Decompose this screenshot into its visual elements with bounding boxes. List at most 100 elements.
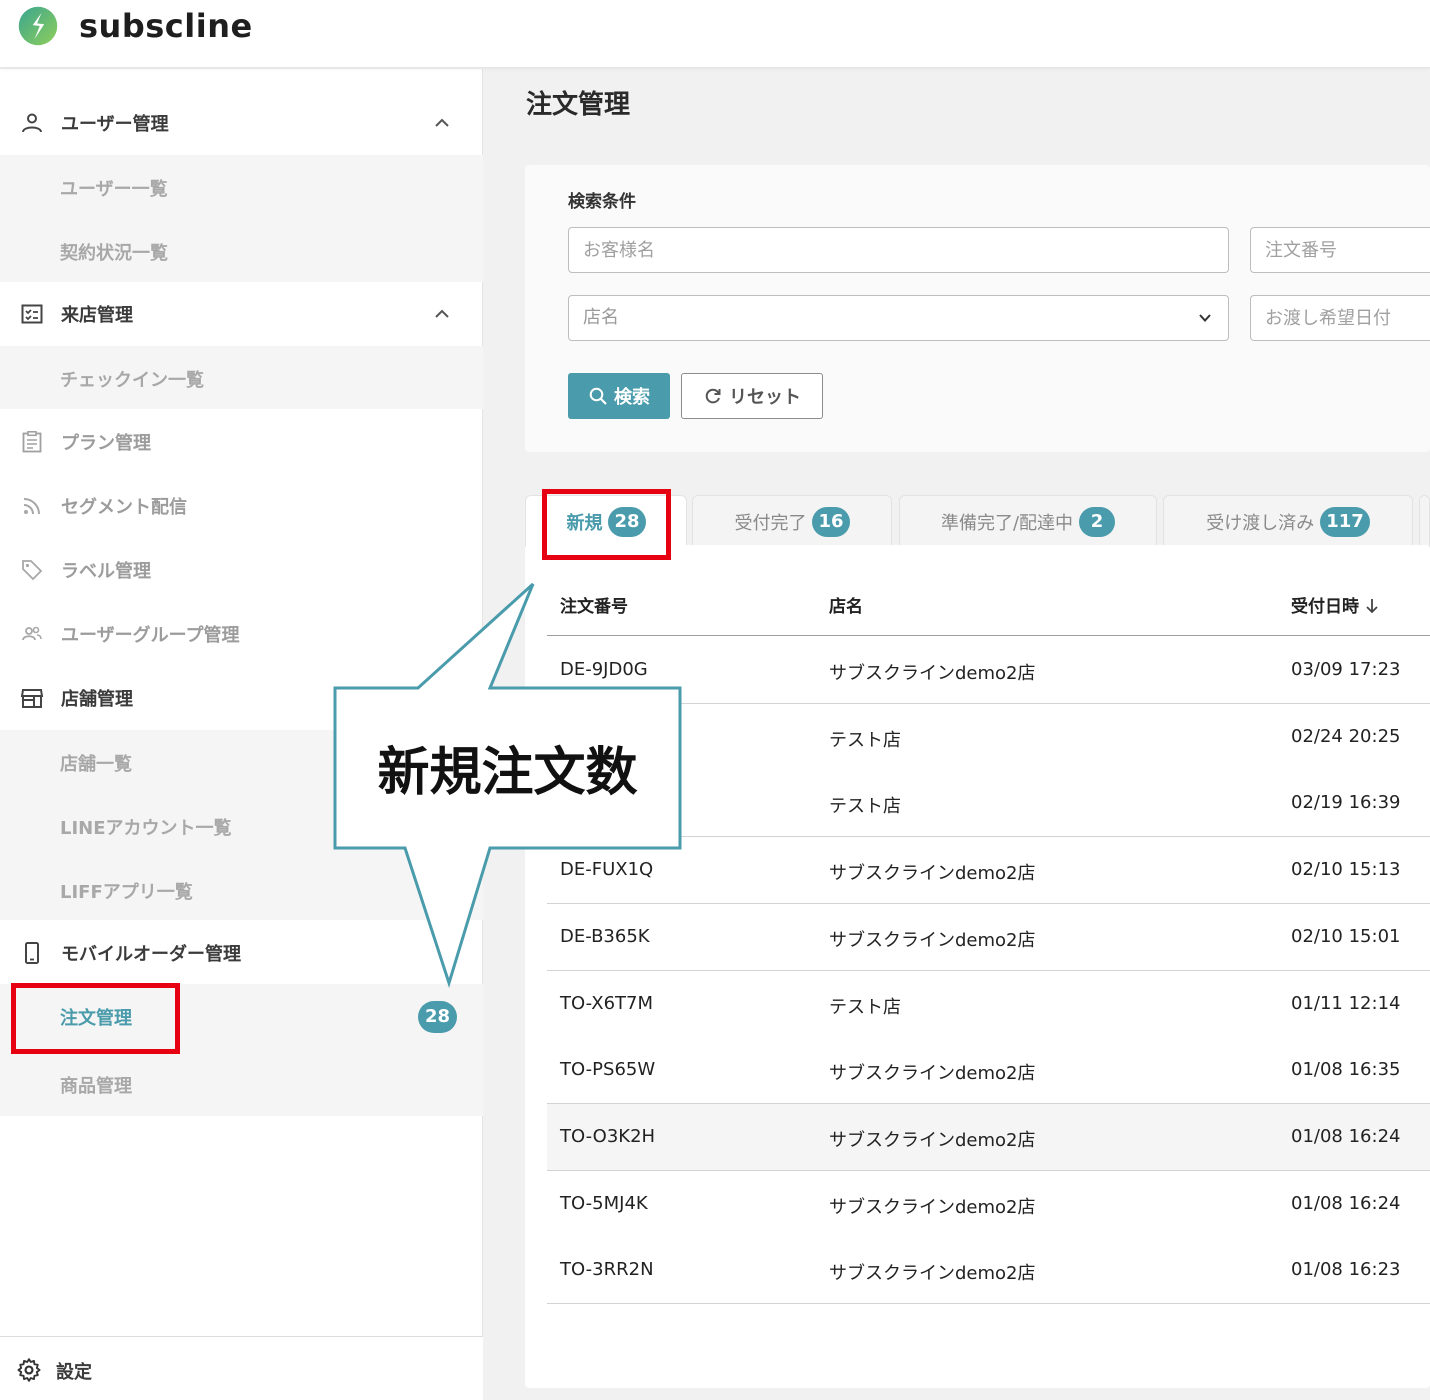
cell-received-at: 02/19 16:39 xyxy=(1291,792,1401,814)
tab-label: 受付完了 xyxy=(734,512,807,534)
tab-label: 受け渡し済み xyxy=(1206,512,1315,534)
chevron-down-icon xyxy=(1199,314,1211,322)
cell-received-at: 01/08 16:35 xyxy=(1291,1059,1401,1081)
rss-icon xyxy=(23,498,40,515)
sidebar-item-product-management[interactable]: 商品管理 xyxy=(0,1052,483,1116)
cell-store-name: サブスクラインdemo2店 xyxy=(829,1196,1036,1218)
group-icon xyxy=(22,626,42,641)
sidebar-group-user-management[interactable]: ユーザー管理 xyxy=(0,91,483,155)
cell-received-at: 02/24 20:25 xyxy=(1291,725,1401,747)
sidebar-group-label: 店舗管理 xyxy=(61,689,133,710)
sidebar-item-label: 契約状況一覧 xyxy=(60,243,168,264)
tab-count-badge: 16 xyxy=(812,506,850,537)
sidebar-item-contract-status[interactable]: 契約状況一覧 xyxy=(0,219,483,283)
annotation-highlight-new-tab xyxy=(542,489,671,560)
sidebar-item-label: チェックイン一覧 xyxy=(60,370,204,391)
chevron-up-icon[interactable] xyxy=(432,115,452,131)
cell-received-at: 02/10 15:13 xyxy=(1291,859,1401,881)
sidebar-item-segment-delivery[interactable]: セグメント配信 xyxy=(0,474,483,538)
sidebar-item-label: プラン管理 xyxy=(61,433,151,454)
table-row[interactable]: TO-3RR2N サブスクラインdemo2店 01/08 16:23 xyxy=(547,1237,1430,1305)
clipboard-icon xyxy=(22,430,42,453)
cell-received-at: 01/11 12:14 xyxy=(1291,992,1401,1014)
cell-store-name: テスト店 xyxy=(829,996,901,1018)
tab-count-badge: 117 xyxy=(1320,506,1370,537)
brand-name: subscline xyxy=(79,7,253,45)
cell-order-number: TO-5MJ4K xyxy=(560,1192,648,1214)
sidebar-group-label: モバイルオーダー管理 xyxy=(61,944,241,965)
sort-arrow-down-icon[interactable] xyxy=(1365,598,1379,614)
cell-received-at: 01/08 16:24 xyxy=(1291,1125,1401,1147)
cell-store-name: サブスクラインdemo2店 xyxy=(829,1263,1036,1285)
cell-store-name: テスト店 xyxy=(829,729,901,751)
sidebar-subgroup-users: ユーザー一覧 契約状況一覧 xyxy=(0,155,483,282)
column-received-at-label: 受付日時 xyxy=(1291,597,1359,617)
sidebar-item-label: LIFFアプリ一覧 xyxy=(60,882,193,903)
sidebar-group-label: 来店管理 xyxy=(61,305,133,326)
brand-logo[interactable]: subscline xyxy=(14,5,253,47)
tab-count-badge: 2 xyxy=(1079,506,1116,537)
cell-order-number: TO-O3K2H xyxy=(560,1125,656,1147)
sidebar-item-label: ユーザー一覧 xyxy=(60,179,168,200)
cell-store-name: サブスクラインdemo2店 xyxy=(829,929,1036,951)
sidebar-item-label: ユーザーグループ管理 xyxy=(61,625,240,646)
cell-store-name: サブスクラインdemo2店 xyxy=(829,663,1036,684)
sidebar-item-plan-management[interactable]: プラン管理 xyxy=(0,410,483,474)
table-row[interactable]: TO-5MJ4K サブスクラインdemo2店 01/08 16:24 xyxy=(547,1170,1430,1238)
cell-store-name: サブスクラインdemo2店 xyxy=(829,1129,1036,1151)
cell-received-at: 01/08 16:24 xyxy=(1291,1192,1401,1214)
cell-order-number: TO-3RR2N xyxy=(560,1259,654,1281)
cell-received-at: 02/10 15:01 xyxy=(1291,925,1401,947)
cell-store-name: テスト店 xyxy=(829,796,901,818)
tab-accepted[interactable]: 受付完了 16 xyxy=(692,495,892,547)
cell-received-at: 01/08 16:23 xyxy=(1291,1259,1401,1281)
sidebar-item-label: LINEアカウント一覧 xyxy=(60,818,232,839)
refresh-icon xyxy=(705,388,721,404)
annotation-callout-text: 新規注文数 xyxy=(377,743,638,803)
store-icon xyxy=(20,689,44,708)
search-panel: 検索条件 店名 検索 リセット xyxy=(525,165,1430,452)
store-select-value: 店名 xyxy=(583,307,619,328)
search-icon xyxy=(589,387,607,405)
tag-icon xyxy=(22,560,43,581)
top-bar: subscline xyxy=(0,0,1430,68)
chevron-up-icon[interactable] xyxy=(432,306,452,322)
sidebar-item-checkin-list[interactable]: チェックイン一覧 xyxy=(0,346,483,410)
mobile-icon xyxy=(25,942,39,964)
cell-order-number: TO-X6T7M xyxy=(560,992,654,1014)
table-row[interactable]: TO-PS65W サブスクラインdemo2店 01/08 16:35 xyxy=(547,1037,1430,1105)
search-button[interactable]: 検索 xyxy=(568,373,670,419)
subscline-logo-icon xyxy=(18,6,58,46)
order-number-input[interactable] xyxy=(1250,227,1430,273)
sidebar-item-label: セグメント配信 xyxy=(61,497,187,518)
tab-overflow[interactable] xyxy=(1419,495,1430,547)
tab-ready-delivering[interactable]: 準備完了/配達中 2 xyxy=(899,495,1157,547)
sidebar-settings[interactable]: 設定 xyxy=(0,1336,483,1400)
new-order-count-badge: 28 xyxy=(418,1001,458,1033)
search-button-label: 検索 xyxy=(614,387,650,408)
settings-label: 設定 xyxy=(56,1362,92,1383)
delivery-date-input[interactable] xyxy=(1250,295,1430,341)
search-heading: 検索条件 xyxy=(568,192,636,212)
annotation-highlight-order-menu xyxy=(11,983,180,1054)
reset-button-label: リセット xyxy=(729,387,801,408)
sidebar-group-visit-management[interactable]: 来店管理 xyxy=(0,282,483,346)
cell-order-number: TO-PS65W xyxy=(560,1059,656,1081)
customer-name-input[interactable] xyxy=(568,227,1229,273)
column-store-name[interactable]: 店名 xyxy=(829,592,863,617)
page-title: 注文管理 xyxy=(526,90,631,120)
cell-store-name: サブスクラインdemo2店 xyxy=(829,863,1036,885)
sidebar-item-user-list[interactable]: ユーザー一覧 xyxy=(0,155,483,219)
cell-store-name: サブスクラインdemo2店 xyxy=(829,1063,1036,1085)
sidebar-item-label: ラベル管理 xyxy=(61,561,151,582)
checklist-icon xyxy=(21,304,43,324)
store-select[interactable]: 店名 xyxy=(568,295,1229,341)
cell-received-at: 03/09 17:23 xyxy=(1291,659,1401,680)
tab-handed-over[interactable]: 受け渡し済み 117 xyxy=(1163,495,1413,547)
gear-icon xyxy=(17,1358,41,1382)
table-row[interactable]: TO-O3K2H サブスクラインdemo2店 01/08 16:24 xyxy=(547,1103,1430,1171)
sidebar-item-label: 商品管理 xyxy=(60,1076,132,1097)
reset-button[interactable]: リセット xyxy=(681,373,823,419)
column-received-at[interactable]: 受付日時 xyxy=(1291,592,1379,617)
sidebar-subgroup-visits: チェックイン一覧 xyxy=(0,346,483,409)
